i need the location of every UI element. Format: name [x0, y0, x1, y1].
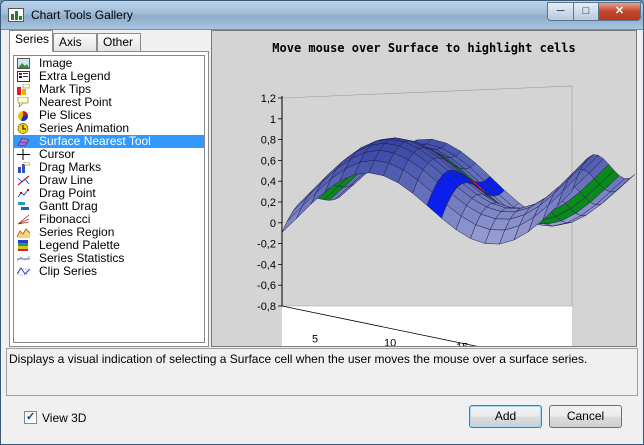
chart-title: Move mouse over Surface to highlight cel… — [272, 41, 576, 55]
y-tick-label: -0,8 — [257, 301, 276, 313]
list-item-label: Pie Slices — [39, 108, 92, 122]
draw-line-icon — [17, 175, 30, 186]
clip-series-icon — [17, 267, 30, 276]
x-tick-label: 10 — [384, 338, 396, 346]
series-animation-icon — [17, 123, 29, 134]
y-tick-label: -0,2 — [257, 239, 276, 251]
minimize-icon: ─ — [556, 5, 565, 17]
list-item-label: Clip Series — [39, 264, 98, 278]
series-statistics-icon — [17, 255, 30, 262]
y-tick-label: 1 — [270, 114, 276, 126]
add-button[interactable]: Add — [469, 405, 542, 428]
checkbox-box[interactable]: ✓ — [24, 411, 37, 424]
y-tick-label: 0,4 — [261, 176, 276, 188]
y-tick-label: -0,4 — [257, 259, 276, 271]
drag-point-icon — [17, 189, 29, 198]
list-item-clip-series[interactable]: Clip Series — [14, 265, 204, 278]
drag-marks-icon — [18, 162, 30, 173]
x-tick-label: 15 — [456, 342, 468, 346]
y-tick-label: 0,6 — [261, 155, 276, 167]
view-3d-label: View 3D — [42, 411, 87, 425]
tool-description: Displays a visual indication of selectin… — [6, 348, 638, 396]
list-item-label: Series Region — [39, 225, 115, 239]
image-icon — [17, 58, 30, 69]
title-bar[interactable]: Chart Tools Gallery ─ □ ✕ — [1, 1, 643, 30]
legend-palette-icon — [18, 240, 28, 251]
y-tick-label: 0 — [270, 218, 276, 230]
list-item-label: Series Animation — [39, 121, 130, 135]
fibonacci-icon — [17, 214, 30, 225]
dialog-window: Chart Tools Gallery ─ □ ✕ Series Axis Ot… — [0, 0, 644, 445]
list-item-label: Cursor — [39, 147, 76, 161]
app-chart-icon — [8, 8, 24, 22]
extra-legend-icon — [17, 71, 30, 82]
y-tick-label: 0,2 — [261, 197, 276, 209]
tab-strip: Series Axis Other — [9, 30, 209, 52]
series-region-icon — [17, 228, 30, 238]
close-button[interactable]: ✕ — [598, 2, 641, 21]
surface-chart[interactable]: 1,2 1 0,8 0,6 0,4 0,2 0 -0,2 -0,4 -0,6 -0,8 5 10 15 M… — [211, 30, 637, 347]
tab-axis[interactable]: Axis — [53, 33, 97, 51]
list-item-label: Fibonacci — [39, 212, 91, 226]
list-item-label: Series Statistics — [39, 251, 125, 265]
gantt-drag-icon — [18, 202, 29, 210]
list-item-label: Mark Tips — [39, 82, 92, 96]
pie-slices-icon — [18, 111, 29, 121]
maximize-icon: □ — [582, 5, 590, 17]
list-item-label: Extra Legend — [39, 69, 111, 83]
surface-nearest-icon — [17, 137, 30, 147]
list-item-label: Draw Line — [39, 173, 94, 187]
list-item-label: Gantt Drag — [39, 199, 98, 213]
list-item-label: Drag Point — [39, 186, 96, 200]
surface-cell — [281, 206, 302, 233]
x-tick-label: 5 — [312, 334, 318, 346]
list-item-label: Image — [39, 56, 73, 70]
window-title: Chart Tools Gallery — [31, 8, 133, 22]
y-tick-label: 1,2 — [261, 93, 276, 105]
close-icon: ✕ — [614, 5, 625, 17]
cancel-button[interactable]: Cancel — [549, 405, 622, 428]
surface-chart-canvas[interactable]: 1,2 1 0,8 0,6 0,4 0,2 0 -0,2 -0,4 -0,6 -0,8 5 10 15 — [212, 31, 636, 346]
tab-other[interactable]: Other — [97, 33, 141, 51]
y-tick-label: 0,8 — [261, 135, 276, 147]
cursor-icon — [17, 149, 30, 160]
list-item-label: Surface Nearest Tool — [39, 134, 151, 148]
mark-tips-icon — [17, 84, 30, 95]
list-item-label: Drag Marks — [39, 160, 102, 174]
tab-series[interactable]: Series — [9, 30, 53, 52]
minimize-button[interactable]: ─ — [547, 2, 574, 21]
tools-listbox[interactable]: Image Extra Legend Mark Tips Nearest Poi… — [13, 55, 205, 343]
y-tick-label: -0,6 — [257, 280, 276, 292]
checkmark-icon: ✓ — [26, 411, 36, 423]
maximize-button[interactable]: □ — [573, 2, 599, 21]
dialog-client-area: Series Axis Other Image Extra Legend Mar… — [6, 30, 638, 440]
list-item-label: Legend Palette — [39, 238, 120, 252]
nearest-point-icon — [17, 97, 29, 108]
list-item-label: Nearest Point — [39, 95, 112, 109]
tab-panel-series: Image Extra Legend Mark Tips Nearest Poi… — [9, 51, 209, 347]
chart-floor — [282, 306, 572, 346]
